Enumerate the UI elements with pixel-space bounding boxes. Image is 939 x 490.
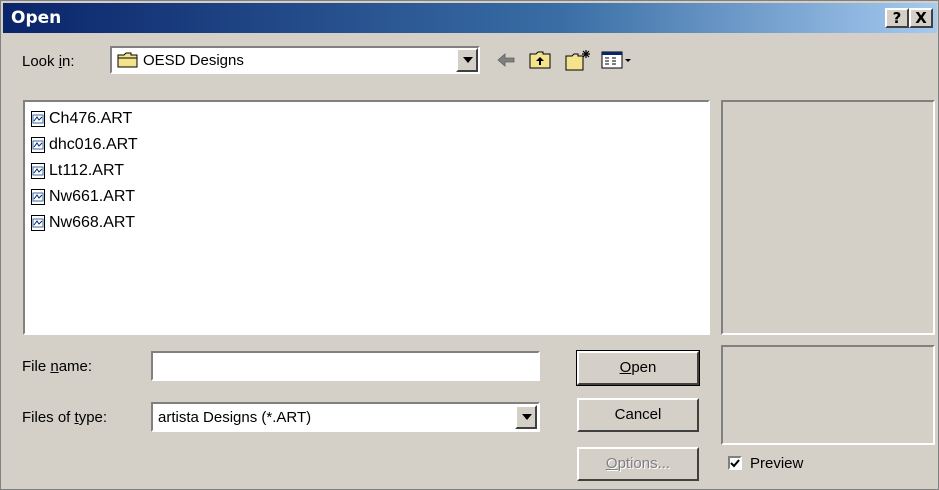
- close-button[interactable]: X: [909, 8, 933, 28]
- file-item[interactable]: Ch476.ART: [31, 108, 132, 130]
- files-of-type-value: artista Designs (*.ART): [158, 409, 312, 426]
- preview-label: Preview: [750, 455, 804, 472]
- options-button: Options...: [577, 447, 699, 481]
- art-file-icon: [31, 189, 45, 205]
- file-list[interactable]: Ch476.ART dhc016.ART Lt112.ART Nw661.ART…: [23, 100, 710, 335]
- look-in-dropdown-button[interactable]: [456, 48, 478, 72]
- preview-info-panel: [721, 345, 935, 445]
- preview-image-panel: [721, 100, 935, 335]
- file-name: Nw668.ART: [49, 214, 135, 231]
- look-in-label: Look in:: [22, 53, 75, 70]
- art-file-icon: [31, 163, 45, 179]
- cancel-button[interactable]: Cancel: [577, 398, 699, 432]
- art-file-icon: [31, 137, 45, 153]
- file-item[interactable]: Nw661.ART: [31, 186, 135, 208]
- file-name-label: File name:: [22, 358, 93, 375]
- art-file-icon: [31, 215, 45, 231]
- checkmark-icon: [730, 459, 740, 468]
- new-folder-icon[interactable]: [564, 48, 592, 72]
- preview-checkbox[interactable]: [728, 456, 742, 470]
- title-bar[interactable]: Open ? X: [3, 3, 937, 33]
- help-button[interactable]: ?: [885, 8, 909, 28]
- file-item[interactable]: dhc016.ART: [31, 134, 138, 156]
- files-of-type-dropdown-button[interactable]: [515, 405, 537, 429]
- look-in-value: OESD Designs: [143, 52, 244, 69]
- file-name-input[interactable]: [151, 351, 540, 381]
- up-one-level-icon[interactable]: [528, 48, 552, 72]
- files-of-type-label: Files of type:: [22, 409, 108, 426]
- look-in-combo[interactable]: OESD Designs: [110, 46, 480, 74]
- files-of-type-combo[interactable]: artista Designs (*.ART): [151, 402, 540, 432]
- file-name: Ch476.ART: [49, 110, 133, 127]
- file-item[interactable]: Nw668.ART: [31, 212, 135, 234]
- art-file-icon: [31, 111, 45, 127]
- file-name: Lt112.ART: [49, 162, 125, 179]
- view-menu-icon[interactable]: [600, 48, 634, 72]
- dialog-title: Open: [11, 8, 62, 28]
- back-arrow-icon[interactable]: [496, 48, 516, 72]
- open-dialog: Open ? X Look in: OESD Designs Ch476.ART: [0, 0, 939, 490]
- file-name: dhc016.ART: [49, 136, 138, 153]
- open-button[interactable]: Open: [576, 350, 700, 386]
- file-item[interactable]: Lt112.ART: [31, 160, 124, 182]
- folder-icon: [117, 52, 138, 68]
- file-name: Nw661.ART: [49, 188, 135, 205]
